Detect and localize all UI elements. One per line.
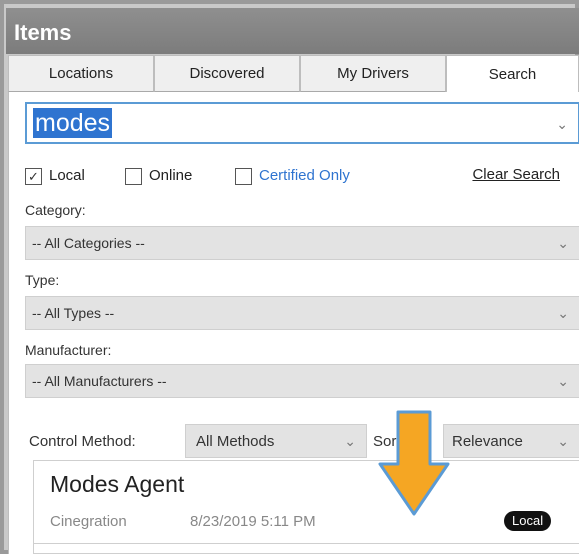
type-label: Type: xyxy=(25,272,60,288)
chevron-down-icon: ⌄ xyxy=(557,305,569,321)
manufacturer-select[interactable]: -- All Manufacturers -- ⌄ xyxy=(25,364,579,398)
manufacturer-value: -- All Manufacturers -- xyxy=(32,373,167,389)
control-method-select[interactable]: All Methods ⌄ xyxy=(185,424,367,458)
control-method-label: Control Method: xyxy=(29,433,136,450)
online-checkbox[interactable] xyxy=(125,168,142,185)
online-label: Online xyxy=(149,167,193,184)
clear-search-link[interactable]: Clear Search xyxy=(472,166,560,183)
local-badge: Local xyxy=(504,511,552,531)
control-method-row: Control Method: All Methods ⌄ Sort Relev… xyxy=(25,424,579,458)
arrow-down-icon xyxy=(378,410,450,516)
search-input-value: modes xyxy=(33,108,113,138)
tab-bar: Locations Discovered My Drivers Search xyxy=(8,55,579,92)
chevron-down-icon: ⌄ xyxy=(557,235,569,251)
manufacturer-label: Manufacturer: xyxy=(25,342,112,358)
chevron-down-icon: ⌄ xyxy=(557,373,569,389)
tab-locations[interactable]: Locations xyxy=(8,55,154,92)
certified-only-label: Certified Only xyxy=(259,167,350,184)
category-label: Category: xyxy=(25,202,86,218)
category-value: -- All Categories -- xyxy=(32,235,145,251)
control-method-value: All Methods xyxy=(196,433,275,450)
result-manufacturer: Cinegration xyxy=(50,513,127,530)
result-date: 8/23/2019 5:11 PM xyxy=(190,513,316,530)
sort-value: Relevance xyxy=(452,433,523,450)
type-select[interactable]: -- All Types -- ⌄ xyxy=(25,296,579,330)
category-select[interactable]: -- All Categories -- ⌄ xyxy=(25,226,579,260)
tab-search[interactable]: Search xyxy=(446,55,579,92)
local-checkbox[interactable]: ✓ xyxy=(25,168,42,185)
search-result-item[interactable]: Modes Agent Cinegration 8/23/2019 5:11 P… xyxy=(33,460,579,554)
search-panel: modes ⌄ ✓ Local Online Certified Only Cl… xyxy=(8,92,579,554)
window-title: Items xyxy=(6,8,579,54)
chevron-down-icon: ⌄ xyxy=(557,433,569,449)
chevron-down-icon[interactable]: ⌄ xyxy=(556,116,568,133)
source-filters: ✓ Local Online Certified Only Clear Sear… xyxy=(25,166,579,188)
tab-discovered[interactable]: Discovered xyxy=(154,55,300,92)
local-label: Local xyxy=(49,167,85,184)
search-input[interactable]: modes ⌄ xyxy=(25,102,579,144)
divider xyxy=(34,543,579,544)
sort-select[interactable]: Relevance ⌄ xyxy=(443,424,579,458)
type-value: -- All Types -- xyxy=(32,305,115,321)
tab-my-drivers[interactable]: My Drivers xyxy=(300,55,446,92)
result-title: Modes Agent xyxy=(50,471,185,497)
certified-only-checkbox[interactable] xyxy=(235,168,252,185)
chevron-down-icon: ⌄ xyxy=(344,433,356,449)
